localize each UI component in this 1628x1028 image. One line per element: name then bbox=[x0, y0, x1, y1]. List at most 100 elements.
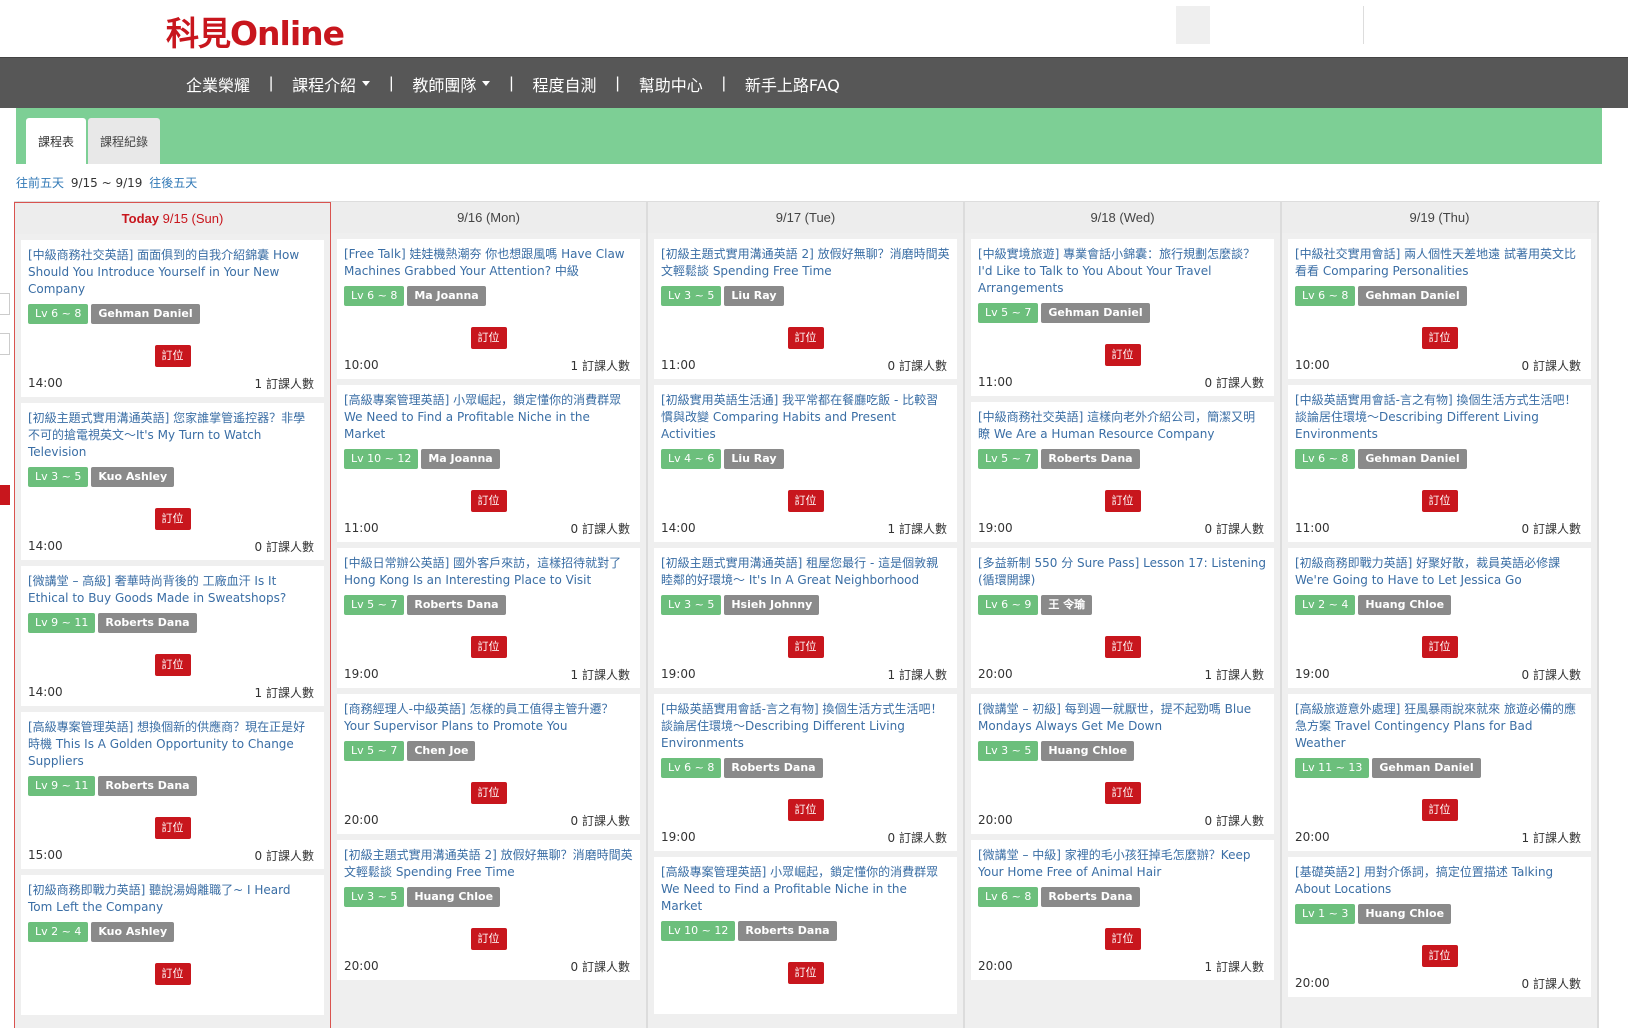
teacher-badge[interactable]: Roberts Dana bbox=[1041, 887, 1140, 907]
teacher-badge[interactable]: Roberts Dana bbox=[98, 613, 197, 633]
book-button[interactable]: 訂位 bbox=[1104, 490, 1141, 512]
teacher-badge[interactable]: Roberts Dana bbox=[407, 595, 506, 615]
teacher-badge[interactable]: Gehman Daniel bbox=[1358, 286, 1467, 306]
teacher-badge[interactable]: 王 令瑜 bbox=[1041, 595, 1093, 615]
course-title-link[interactable]: [微講堂 – 中級] 家裡的毛小孩狂掉毛怎麼辦？Keep Your Home F… bbox=[978, 847, 1267, 881]
course-title-link[interactable]: [中級商務社交英語] 面面俱到的自我介紹錦囊 How Should You In… bbox=[28, 247, 317, 298]
course-title-link[interactable]: [中級社交實用會話] 兩人個性天差地遠 試著用英文比看看 Comparing P… bbox=[1295, 246, 1584, 280]
brand-logo[interactable]: 科見Online bbox=[166, 7, 345, 55]
teacher-badge[interactable]: Roberts Dana bbox=[98, 776, 197, 796]
book-button[interactable]: 訂位 bbox=[1104, 636, 1141, 658]
nav-item-3[interactable]: 程度自測 bbox=[514, 72, 616, 96]
course-title-link[interactable]: [中級實境旅遊] 專業會話小錦囊：旅行規劃怎麼談？I'd Like to Tal… bbox=[978, 246, 1267, 297]
book-wrap: 訂位 bbox=[978, 489, 1267, 512]
prev-five-days-link[interactable]: 往前五天 bbox=[16, 176, 64, 190]
book-button[interactable]: 訂位 bbox=[470, 782, 507, 804]
course-title-link[interactable]: [初級主題式實用溝通英語] 租屋您最行 - 這是個敦親睦鄰的好環境～ It's … bbox=[661, 555, 950, 589]
course-title-link[interactable]: [中級英語實用會話-言之有物] 換個生活方式生活吧！談論居住環境～Describ… bbox=[1295, 392, 1584, 443]
book-button[interactable]: 訂位 bbox=[154, 654, 191, 676]
course-title-link[interactable]: [初級主題式實用溝通英語] 您家誰掌管遙控器？非學不可的搶電視英文～It's M… bbox=[28, 410, 317, 461]
teacher-badge[interactable]: Huang Chloe bbox=[1358, 595, 1452, 615]
course-title-link[interactable]: [初級主題式實用溝通英語 2] 放假好無聊？消磨時間英文輕鬆談 Spending… bbox=[344, 847, 633, 881]
book-button[interactable]: 訂位 bbox=[787, 490, 824, 512]
side-tab[interactable] bbox=[0, 333, 10, 355]
tab-schedule[interactable]: 課程表 bbox=[26, 118, 87, 164]
course-footer bbox=[661, 986, 950, 1014]
book-button[interactable]: 訂位 bbox=[470, 490, 507, 512]
booking-count-value: 1 bbox=[887, 667, 896, 682]
teacher-badge[interactable]: Huang Chloe bbox=[407, 887, 501, 907]
book-button[interactable]: 訂位 bbox=[1421, 799, 1458, 821]
teacher-badge[interactable]: Liu Ray bbox=[724, 286, 784, 306]
search-input[interactable] bbox=[1210, 6, 1364, 44]
book-button[interactable]: 訂位 bbox=[787, 327, 824, 349]
course-title-link[interactable]: [微講堂 – 初級] 每到週一就厭世，提不起勁嗎 Blue Mondays Al… bbox=[978, 701, 1267, 735]
booking-count: 1 訂課人數 bbox=[1522, 829, 1581, 846]
teacher-badge[interactable]: Gehman Daniel bbox=[1358, 449, 1467, 469]
book-button[interactable]: 訂位 bbox=[1104, 344, 1141, 366]
course-title-link[interactable]: [高級專案管理英語] 小眾崛起，鎖定懂你的消費群眾 We Need to Fin… bbox=[661, 864, 950, 915]
book-button[interactable]: 訂位 bbox=[470, 327, 507, 349]
nav-item-4[interactable]: 幫助中心 bbox=[620, 72, 722, 96]
book-button[interactable]: 訂位 bbox=[154, 817, 191, 839]
book-button[interactable]: 訂位 bbox=[1104, 928, 1141, 950]
day-column: Today 9/15 (Sun) [中級商務社交英語] 面面俱到的自我介紹錦囊 H… bbox=[14, 202, 331, 1028]
book-button[interactable]: 訂位 bbox=[154, 508, 191, 530]
teacher-badge[interactable]: Huang Chloe bbox=[1358, 904, 1452, 924]
teacher-badge[interactable]: Hsieh Johnny bbox=[724, 595, 820, 615]
course-title-link[interactable]: [中級日常辦公英語] 國外客戶來訪，這樣招待就對了 Hong Kong Is a… bbox=[344, 555, 633, 589]
book-button[interactable]: 訂位 bbox=[1421, 327, 1458, 349]
side-tab[interactable] bbox=[0, 293, 10, 315]
teacher-badge[interactable]: Kuo Ashley bbox=[91, 922, 175, 942]
tab-records[interactable]: 課程紀錄 bbox=[88, 118, 161, 164]
book-button[interactable]: 訂位 bbox=[470, 928, 507, 950]
course-title-link[interactable]: [商務經理人-中級英語] 怎樣的員工值得主管升遷？Your Supervisor… bbox=[344, 701, 633, 735]
teacher-badge[interactable]: Roberts Dana bbox=[724, 758, 823, 778]
teacher-badge[interactable]: Gehman Daniel bbox=[91, 304, 200, 324]
course-card: [Free Talk] 娃娃機熱潮夯 你也想跟風嗎 Have Claw Mach… bbox=[337, 239, 640, 379]
teacher-badge[interactable]: Gehman Daniel bbox=[1372, 758, 1481, 778]
nav-item-1[interactable]: 課程介紹 bbox=[273, 72, 389, 96]
teacher-badge[interactable]: Kuo Ashley bbox=[91, 467, 175, 487]
course-title-link[interactable]: [中級英語實用會話-言之有物] 換個生活方式生活吧！談論居住環境～Describ… bbox=[661, 701, 950, 752]
teacher-badge[interactable]: Roberts Dana bbox=[738, 921, 837, 941]
book-button[interactable]: 訂位 bbox=[1421, 490, 1458, 512]
course-title-link[interactable]: [高級專案管理英語] 想換個新的供應商？現在正是好時機 This Is A Go… bbox=[28, 719, 317, 770]
level-badge: Lv 6 ~ 8 bbox=[1295, 449, 1356, 469]
course-title-link[interactable]: [高級專案管理英語] 小眾崛起，鎖定懂你的消費群眾 We Need to Fin… bbox=[344, 392, 633, 443]
book-button[interactable]: 訂位 bbox=[1421, 636, 1458, 658]
course-title-link[interactable]: [中級商務社交英語] 這樣向老外介紹公司，簡潔又明瞭 We Are a Huma… bbox=[978, 409, 1267, 443]
side-tab-active[interactable] bbox=[0, 485, 10, 505]
book-button[interactable]: 訂位 bbox=[787, 962, 824, 984]
teacher-badge[interactable]: Liu Ray bbox=[724, 449, 784, 469]
course-title-link[interactable]: [基礎英語2] 用對介係詞，搞定位置描述 Talking About Locat… bbox=[1295, 864, 1584, 898]
nav-item-0[interactable]: 企業榮耀 bbox=[186, 72, 269, 96]
course-title-link[interactable]: [多益新制 550 分 Sure Pass] Lesson 17: Listen… bbox=[978, 555, 1267, 589]
teacher-badge[interactable]: Ma Joanna bbox=[407, 286, 486, 306]
teacher-badge[interactable]: Gehman Daniel bbox=[1041, 303, 1150, 323]
book-button[interactable]: 訂位 bbox=[154, 345, 191, 367]
next-five-days-link[interactable]: 往後五天 bbox=[149, 176, 197, 190]
course-title-link[interactable]: [Free Talk] 娃娃機熱潮夯 你也想跟風嗎 Have Claw Mach… bbox=[344, 246, 633, 280]
course-title-link[interactable]: [初級實用英語生活通] 我平常都在餐廳吃飯 - 比較習慣與改變 Comparin… bbox=[661, 392, 950, 443]
course-title-link[interactable]: [高級旅遊意外處理] 狂風暴雨說來就來 旅遊必備的應急方案 Travel Con… bbox=[1295, 701, 1584, 752]
book-button[interactable]: 訂位 bbox=[787, 799, 824, 821]
booking-count-value: 0 bbox=[254, 539, 263, 554]
book-button[interactable]: 訂位 bbox=[1104, 782, 1141, 804]
level-badge: Lv 10 ~ 12 bbox=[344, 449, 419, 469]
teacher-badge[interactable]: Huang Chloe bbox=[1041, 741, 1135, 761]
teacher-badge[interactable]: Roberts Dana bbox=[1041, 449, 1140, 469]
teacher-badge[interactable]: Ma Joanna bbox=[421, 449, 500, 469]
book-button[interactable]: 訂位 bbox=[1421, 945, 1458, 967]
course-title-link[interactable]: [微講堂 – 高級] 奢華時尚背後的 工廠血汗 Is It Ethical to… bbox=[28, 573, 317, 607]
teacher-badge[interactable]: Chen Joe bbox=[407, 741, 476, 761]
course-title-link[interactable]: [初級商務即戰力英語] 聽說湯姆離職了~ I Heard Tom Left th… bbox=[28, 882, 317, 916]
book-button[interactable]: 訂位 bbox=[154, 963, 191, 985]
book-button[interactable]: 訂位 bbox=[787, 636, 824, 658]
course-title-link[interactable]: [初級商務即戰力英語] 好聚好散，裁員英語必修課 We're Going to … bbox=[1295, 555, 1584, 589]
nav-item-5[interactable]: 新手上路FAQ bbox=[726, 72, 859, 96]
search-icon-box[interactable] bbox=[1176, 6, 1210, 44]
nav-item-2[interactable]: 教師團隊 bbox=[393, 72, 509, 96]
course-title-link[interactable]: [初級主題式實用溝通英語 2] 放假好無聊？消磨時間英文輕鬆談 Spending… bbox=[661, 246, 950, 280]
book-button[interactable]: 訂位 bbox=[470, 636, 507, 658]
